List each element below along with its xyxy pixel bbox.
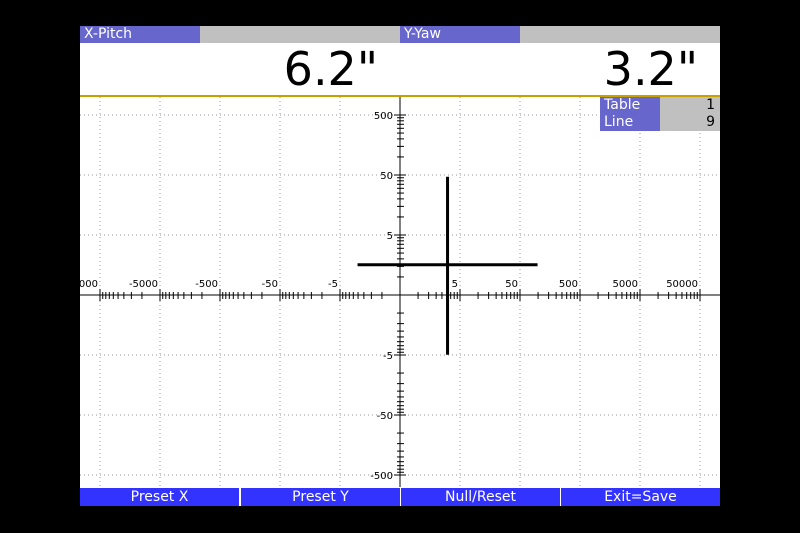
x-tick-label: -5000 bbox=[129, 279, 158, 290]
softkey-bar: Preset X Preset Y Null/Reset Exit=Save bbox=[80, 488, 720, 506]
line-label: Line bbox=[600, 114, 660, 131]
table-label: Table bbox=[600, 97, 660, 114]
x-pitch-value: 6.2" bbox=[283, 42, 378, 96]
exit-save-button[interactable]: Exit=Save bbox=[561, 488, 720, 506]
y-tick-label: -50 bbox=[377, 411, 393, 422]
table-row: Table 1 bbox=[600, 97, 720, 114]
x-tick-label: 50 bbox=[505, 279, 518, 290]
x-tick-label: -500 bbox=[195, 279, 218, 290]
x-tick-label: 5 bbox=[452, 279, 458, 290]
alignment-screen: X-Pitch Y-Yaw 6.2" 3.2" -50000-5000-500-… bbox=[80, 26, 720, 506]
x-tick-label: 5000 bbox=[613, 279, 638, 290]
y-yaw-label-fill bbox=[520, 26, 720, 43]
line-row: Line 9 bbox=[600, 114, 720, 131]
x-tick-label: -50000 bbox=[80, 279, 98, 290]
x-pitch-label-fill bbox=[200, 26, 400, 43]
target-plot: -50000 -5000 -500 -50 -5 5 50 500 5000 50000 500 50… bbox=[80, 97, 720, 487]
x-tick-label: -5 bbox=[328, 279, 338, 290]
y-yaw-label: Y-Yaw bbox=[400, 26, 520, 43]
plot-tick-labels: -50000 -5000 -500 -50 -5 5 50 500 5000 50000 500 50… bbox=[80, 111, 698, 482]
x-pitch-label: X-Pitch bbox=[80, 26, 200, 43]
preset-x-button[interactable]: Preset X bbox=[80, 488, 239, 506]
plot-axes bbox=[80, 97, 720, 487]
y-tick-label: 50 bbox=[380, 171, 393, 182]
y-yaw-value: 3.2" bbox=[603, 42, 698, 96]
y-tick-label: 5 bbox=[387, 231, 393, 242]
null-reset-button[interactable]: Null/Reset bbox=[401, 488, 560, 506]
y-tick-label: 500 bbox=[374, 111, 393, 122]
x-tick-label: -50 bbox=[262, 279, 278, 290]
x-tick-label: 500 bbox=[559, 279, 578, 290]
preset-y-button[interactable]: Preset Y bbox=[241, 488, 400, 506]
x-tick-label: 50000 bbox=[666, 279, 698, 290]
table-value: 1 bbox=[660, 97, 720, 114]
y-tick-label: -5 bbox=[383, 351, 393, 362]
line-value: 9 bbox=[660, 114, 720, 131]
info-panel: Table 1 Line 9 bbox=[600, 97, 720, 131]
crosshair-marker bbox=[357, 176, 538, 355]
y-tick-label: -500 bbox=[370, 471, 393, 482]
